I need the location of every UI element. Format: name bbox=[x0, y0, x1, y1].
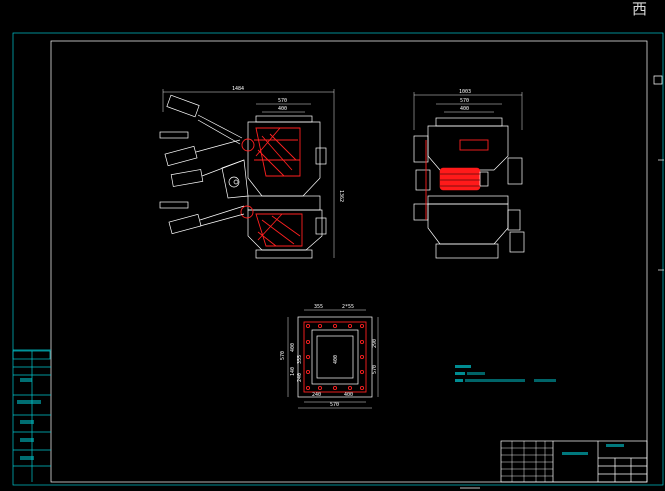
front-dim-top: 570 bbox=[278, 98, 287, 104]
front-view: 1484 570 400 1362 bbox=[159, 86, 344, 259]
flange-dim-left-e: 240 bbox=[297, 373, 303, 382]
flange-dim-bottom-b: 400 bbox=[344, 392, 353, 398]
registration-marks bbox=[460, 75, 664, 489]
flange-view: 355 2*55 570 400 355 140 240 400 290 570… bbox=[280, 304, 379, 409]
actuator-cylinders bbox=[159, 94, 249, 235]
flange-dim-center: 400 bbox=[333, 355, 339, 364]
side-dim-overall: 1003 bbox=[459, 89, 471, 95]
front-dim-overall: 1484 bbox=[232, 86, 244, 92]
side-dim-top: 570 bbox=[460, 98, 469, 104]
flange-dim-left-b: 400 bbox=[290, 343, 296, 352]
flange-dim-right-a: 290 bbox=[372, 339, 378, 348]
outer-border bbox=[12, 32, 664, 486]
front-dim-inner: 400 bbox=[278, 106, 287, 112]
flange-dim-right-b: 570 bbox=[372, 365, 378, 374]
technical-notes bbox=[455, 365, 556, 382]
flange-dim-left: 570 bbox=[280, 351, 286, 360]
flange-dim-bottom-a: 240 bbox=[312, 392, 321, 398]
flange-dim-bottom-c: 570 bbox=[330, 402, 339, 408]
flange-dim-top-right: 2*55 bbox=[342, 304, 354, 310]
side-view: 1003 570 400 bbox=[413, 89, 525, 259]
flange-dim-top-left: 355 bbox=[314, 304, 323, 310]
side-dim-inner: 400 bbox=[460, 106, 469, 112]
inner-border bbox=[50, 40, 648, 483]
cad-drawing-canvas: 1484 570 400 1362 1003 570 400 355 2*55 … bbox=[12, 32, 664, 489]
title-block bbox=[500, 440, 648, 483]
flange-dim-left-c: 355 bbox=[297, 355, 303, 364]
left-stamp-column bbox=[12, 349, 51, 482]
front-dim-height: 1362 bbox=[338, 190, 344, 202]
flange-dim-left-d: 140 bbox=[290, 367, 296, 376]
